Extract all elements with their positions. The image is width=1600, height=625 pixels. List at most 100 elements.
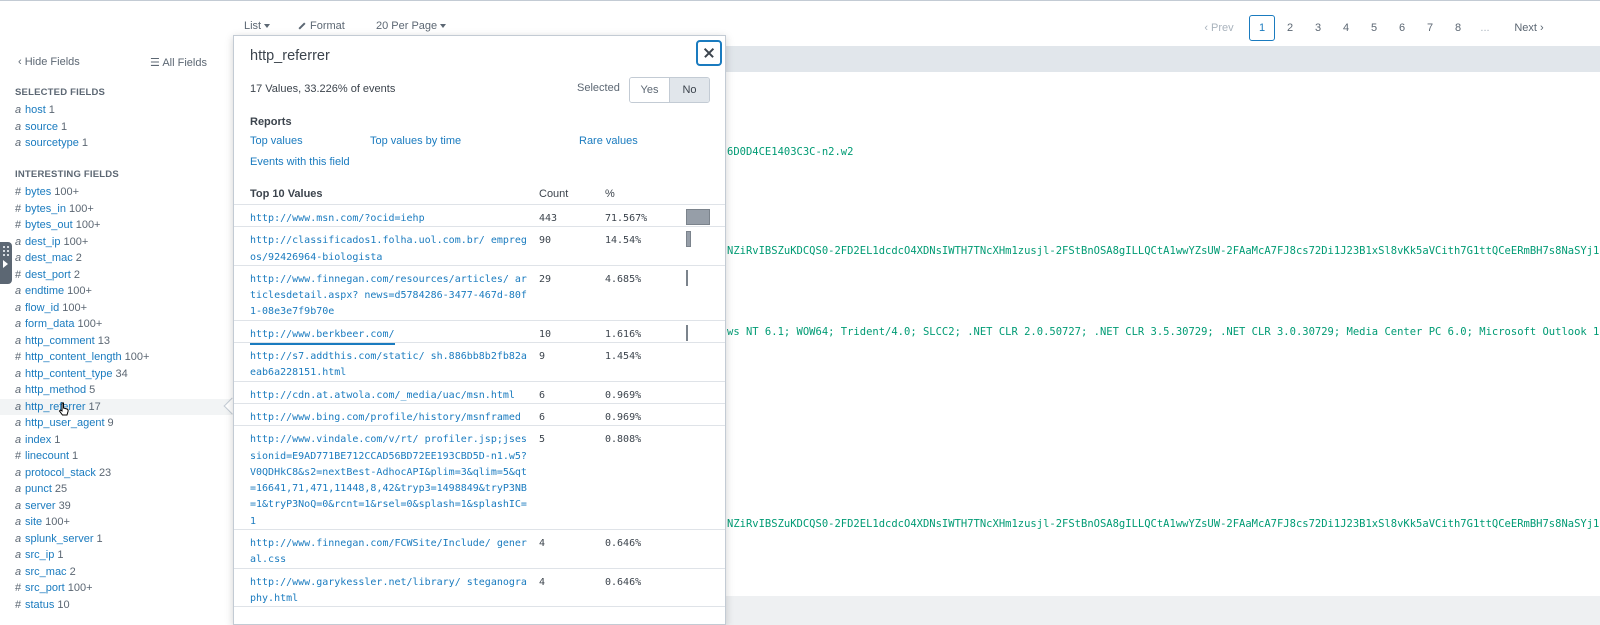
- field-item[interactable]: a http_content_type 34: [0, 366, 236, 383]
- value-row[interactable]: http://classificados1.folha.uol.com.br/ …: [234, 227, 725, 266]
- value-row[interactable]: http://www.berkbeer.com/10 1.616%: [234, 321, 725, 346]
- format-button[interactable]: Format: [298, 20, 345, 32]
- field-name[interactable]: site: [25, 516, 42, 528]
- page-7-button[interactable]: 7: [1417, 15, 1443, 41]
- field-item[interactable]: a src_mac 2: [0, 564, 236, 581]
- top-values-by-time-link[interactable]: Top values by time: [370, 135, 461, 147]
- field-item[interactable]: # http_content_length 100+: [0, 349, 236, 366]
- field-name[interactable]: form_data: [25, 318, 75, 330]
- prev-page-button[interactable]: ‹ Prev: [1195, 15, 1243, 41]
- per-page-dropdown[interactable]: 20 Per Page: [376, 20, 447, 32]
- page-4-button[interactable]: 4: [1333, 15, 1359, 41]
- all-fields-button[interactable]: ☰ All Fields: [150, 56, 207, 69]
- field-name[interactable]: src_mac: [25, 566, 67, 578]
- field-item[interactable]: a host 1: [0, 102, 236, 119]
- field-name[interactable]: protocol_stack: [25, 467, 96, 479]
- list-view-dropdown[interactable]: List: [244, 20, 271, 32]
- field-item[interactable]: a protocol_stack 23: [0, 465, 236, 482]
- value-row[interactable]: http://s7.addthis.com/static/ sh.886bb8b…: [234, 343, 725, 382]
- field-item[interactable]: a endtime 100+: [0, 283, 236, 300]
- field-name[interactable]: http_content_length: [25, 351, 122, 363]
- value-row[interactable]: http://www.msn.com/?ocid=iehp 443 71.567%: [234, 205, 725, 228]
- page-3-button[interactable]: 3: [1305, 15, 1331, 41]
- field-item[interactable]: # src_port 100+: [0, 580, 236, 597]
- events-with-field-link[interactable]: Events with this field: [250, 156, 350, 168]
- field-item[interactable]: # bytes 100+: [0, 184, 236, 201]
- event-text[interactable]: NZiRvIBSZuKDCQS0-2FD2EL1dcdcO4XDNsIWTH7T…: [727, 245, 1600, 257]
- field-item[interactable]: a punct 25: [0, 481, 236, 498]
- field-name[interactable]: punct: [25, 483, 52, 495]
- page-6-button[interactable]: 6: [1389, 15, 1415, 41]
- field-name[interactable]: http_referrer: [25, 401, 86, 413]
- field-name[interactable]: src_port: [25, 582, 65, 594]
- field-name[interactable]: http_method: [25, 384, 86, 396]
- field-name[interactable]: http_comment: [25, 335, 95, 347]
- value-link[interactable]: http://classificados1.folha.uol.com.br/ …: [250, 233, 530, 266]
- field-name[interactable]: bytes_out: [25, 219, 73, 231]
- field-item[interactable]: # bytes_out 100+: [0, 217, 236, 234]
- field-name[interactable]: bytes: [25, 186, 51, 198]
- field-item[interactable]: a server 39: [0, 498, 236, 515]
- field-name[interactable]: server: [25, 500, 56, 512]
- field-item[interactable]: a splunk_server 1: [0, 531, 236, 548]
- field-name[interactable]: http_content_type: [25, 368, 112, 380]
- field-item[interactable]: a source 1: [0, 119, 236, 136]
- value-link[interactable]: http://www.bing.com/profile/history/msnf…: [250, 410, 530, 426]
- field-name[interactable]: status: [25, 599, 54, 611]
- field-item[interactable]: a http_method 5: [0, 382, 236, 399]
- field-item[interactable]: a index 1: [0, 432, 236, 449]
- selected-yes-button[interactable]: Yes: [630, 78, 670, 102]
- field-item[interactable]: a http_referrer 17: [0, 398, 236, 415]
- field-item[interactable]: a form_data 100+: [0, 316, 236, 333]
- field-item[interactable]: a http_user_agent 9: [0, 415, 236, 432]
- page-1-button[interactable]: 1: [1249, 15, 1275, 41]
- field-item[interactable]: a flow_id 100+: [0, 300, 236, 317]
- page-5-button[interactable]: 5: [1361, 15, 1387, 41]
- field-name[interactable]: dest_ip: [25, 236, 60, 248]
- value-row[interactable]: http://cdn.at.atwola.com/_media/uac/msn.…: [234, 382, 725, 404]
- value-link[interactable]: http://www.msn.com/?ocid=iehp: [250, 211, 530, 227]
- page-2-button[interactable]: 2: [1277, 15, 1303, 41]
- field-name[interactable]: splunk_server: [25, 533, 93, 545]
- field-name[interactable]: index: [25, 434, 51, 446]
- field-name[interactable]: source: [25, 121, 58, 133]
- field-name[interactable]: sourcetype: [25, 137, 79, 149]
- field-item[interactable]: a http_comment 13: [0, 333, 236, 350]
- value-row[interactable]: http://www.garykessler.net/library/ steg…: [234, 569, 725, 608]
- field-name[interactable]: src_ip: [25, 549, 54, 561]
- field-item[interactable]: # bytes_in 100+: [0, 201, 236, 218]
- field-name[interactable]: endtime: [25, 285, 64, 297]
- field-name[interactable]: linecount: [25, 450, 69, 462]
- rare-values-link[interactable]: Rare values: [579, 135, 638, 147]
- field-name[interactable]: bytes_in: [25, 203, 66, 215]
- field-item[interactable]: a site 100+: [0, 514, 236, 531]
- event-text[interactable]: NZiRvIBSZuKDCQS0-2FD2EL1dcdcO4XDNsIWTH7T…: [727, 518, 1600, 530]
- field-item[interactable]: # linecount 1: [0, 448, 236, 465]
- value-row[interactable]: http://www.bing.com/profile/history/msnf…: [234, 404, 725, 427]
- field-item[interactable]: a dest_mac 2: [0, 250, 236, 267]
- value-link[interactable]: http://s7.addthis.com/static/ sh.886bb8b…: [250, 349, 530, 382]
- field-name[interactable]: dest_port: [25, 269, 71, 281]
- field-name[interactable]: dest_mac: [25, 252, 73, 264]
- field-item[interactable]: a sourcetype 1: [0, 135, 236, 152]
- field-item[interactable]: # dest_port 2: [0, 267, 236, 284]
- value-link[interactable]: http://cdn.at.atwola.com/_media/uac/msn.…: [250, 388, 530, 404]
- selected-no-button[interactable]: No: [670, 78, 709, 102]
- event-text[interactable]: ws NT 6.1; WOW64; Trident/4.0; SLCC2; .N…: [727, 326, 1600, 338]
- value-row[interactable]: http://www.finnegan.com/resources/articl…: [234, 266, 725, 321]
- field-name[interactable]: http_user_agent: [25, 417, 105, 429]
- sidebar-toggle-handle[interactable]: [0, 242, 12, 284]
- event-text[interactable]: 6D0D4CE1403C3C-n2.w2: [727, 146, 853, 158]
- value-link[interactable]: http://www.garykessler.net/library/ steg…: [250, 575, 530, 608]
- value-row[interactable]: http://www.vindale.com/v/rt/ profiler.js…: [234, 426, 725, 531]
- field-name[interactable]: host: [25, 104, 46, 116]
- field-item[interactable]: a dest_ip 100+: [0, 234, 236, 251]
- page-8-button[interactable]: 8: [1445, 15, 1471, 41]
- value-link[interactable]: http://www.vindale.com/v/rt/ profiler.js…: [250, 432, 530, 530]
- field-name[interactable]: flow_id: [25, 302, 59, 314]
- field-item[interactable]: a src_ip 1: [0, 547, 236, 564]
- close-icon[interactable]: [696, 40, 722, 66]
- hide-fields-button[interactable]: ‹ Hide Fields: [18, 56, 80, 68]
- value-link[interactable]: http://www.finnegan.com/resources/articl…: [250, 272, 530, 321]
- value-link[interactable]: http://www.finnegan.com/FCWSite/Include/…: [250, 536, 530, 569]
